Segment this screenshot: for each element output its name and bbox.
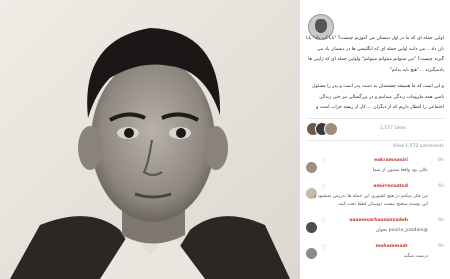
- comment-text: درست میگید: [403, 254, 428, 259]
- divider: [308, 140, 444, 141]
- comment-item: ♡ 6h amirrezaatnd من فکر میکنم در هیچ کش…: [306, 184, 444, 214]
- post-sidebar: اولین جمله ای که ما در اول دبستان می آمو…: [302, 0, 450, 279]
- view-comments-link[interactable]: View 1,572 comments: [393, 144, 444, 149]
- heart-icon[interactable]: ♡: [320, 219, 326, 225]
- comment-username[interactable]: amirrezaatnd: [373, 184, 408, 189]
- heart-icon[interactable]: ♡: [320, 159, 326, 165]
- avatar-silhouette-icon: [315, 19, 327, 33]
- comment-text: عالی بود واقعا ممنون از شما: [372, 168, 428, 173]
- post-caption: اولین جمله ای که ما در اول دبستان می آمو…: [306, 34, 444, 120]
- comment-time: 6h: [438, 218, 444, 223]
- comment-time: 6h: [438, 244, 444, 249]
- likes-count[interactable]: 1,577 Likes: [380, 126, 406, 131]
- liker-avatar[interactable]: [324, 122, 338, 136]
- heart-icon[interactable]: ♡: [320, 185, 326, 191]
- boy-portrait-image: [0, 0, 300, 279]
- post-header: [306, 8, 446, 40]
- likes-row[interactable]: 1,577 Likes: [306, 122, 444, 138]
- comment-username[interactable]: uasemsarhassanzadeh: [349, 218, 408, 223]
- comment-text: من فکر میکنم در هیچ کشوری این جمله ها تد…: [313, 194, 428, 207]
- caption-paragraph-1: اولین جمله ای که ما در اول دبستان می آمو…: [306, 36, 444, 73]
- comment-username[interactable]: eakramnasiri: [374, 158, 408, 163]
- comment-time: 6h: [438, 158, 444, 163]
- comment-username[interactable]: mohammadr: [375, 244, 408, 249]
- comment-time: 6h: [438, 184, 444, 189]
- heart-icon[interactable]: ♡: [320, 245, 326, 251]
- caption-paragraph-2: و این است که ما همیشه چشممان به دست پدر …: [312, 84, 444, 110]
- post-photo[interactable]: [0, 0, 300, 279]
- comment-text: @pouria_yazdani بخوان: [375, 228, 428, 233]
- comment-item: ♡ 6h mohammadr درست میگید: [306, 244, 444, 274]
- divider: [308, 118, 444, 119]
